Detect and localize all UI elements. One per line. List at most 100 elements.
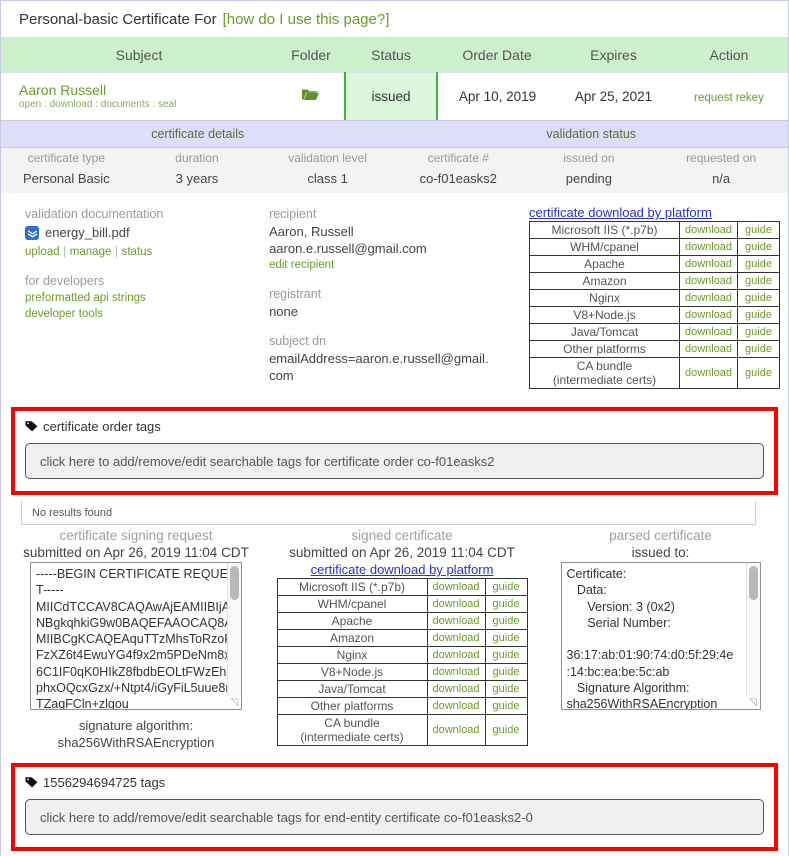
platform-guide-link[interactable]: guide: [485, 596, 527, 613]
validation-document-file[interactable]: energy_bill.pdf: [25, 223, 269, 243]
column-header-subject[interactable]: Subject: [1, 38, 277, 73]
platform-download-link[interactable]: download: [680, 358, 738, 389]
platform-row: V8+Node.jsdownloadguide: [277, 664, 527, 681]
subject-action-links[interactable]: open : download : documents : seal: [19, 98, 277, 111]
validation-documentation-column: validation documentation energy_bill.pdf…: [1, 205, 269, 389]
platform-download-rows: Microsoft IIS (*.p7b)downloadguideWHM/cp…: [530, 222, 780, 389]
page-title: Personal-basic Certificate For: [19, 11, 217, 28]
column-header-action[interactable]: Action: [670, 38, 788, 73]
parsed-certificate-resize-handle[interactable]: ◹: [747, 696, 760, 709]
signed-certificate-title: signed certificate: [271, 527, 533, 544]
csr-signature-algorithm-value: sha256WithRSAEncryption: [1, 734, 271, 751]
platform-guide-link[interactable]: guide: [738, 358, 780, 389]
platform-guide-link[interactable]: guide: [738, 256, 780, 273]
platform-download-link[interactable]: download: [427, 715, 485, 746]
platform-row: WHM/cpaneldownloadguide: [530, 239, 780, 256]
parsed-certificate-scrollbar[interactable]: [746, 563, 760, 696]
platform-name: Apache: [530, 256, 680, 273]
platform-download-link[interactable]: download: [680, 273, 738, 290]
platform-guide-link[interactable]: guide: [485, 698, 527, 715]
column-header-order-date[interactable]: Order Date: [437, 38, 557, 73]
parsed-certificate-textarea[interactable]: Certificate: Data: Version: 3 (0x2) Seri…: [561, 562, 761, 710]
platform-guide-link[interactable]: guide: [738, 307, 780, 324]
platform-row: Amazondownloadguide: [530, 273, 780, 290]
platform-guide-link[interactable]: guide: [485, 664, 527, 681]
platform-download-link[interactable]: download: [680, 290, 738, 307]
csr-textarea[interactable]: -----BEGIN CERTIFICATE REQUEST----- MIIC…: [30, 562, 242, 710]
platform-guide-link[interactable]: guide: [485, 715, 527, 746]
platform-guide-link[interactable]: guide: [485, 647, 527, 664]
platform-guide-link[interactable]: guide: [738, 290, 780, 307]
column-header-folder[interactable]: Folder: [277, 38, 345, 73]
csr-scrollbar[interactable]: [227, 563, 241, 696]
parsed-certificate-column: parsed certificate issued to: Certificat…: [533, 527, 788, 751]
platform-download-link[interactable]: download: [427, 698, 485, 715]
platform-download-link[interactable]: download: [427, 630, 485, 647]
platform-download-link[interactable]: download: [427, 681, 485, 698]
edit-recipient-link[interactable]: edit recipient: [269, 257, 529, 273]
detail-value-certificate-number: co-f01easks2: [393, 168, 524, 193]
subject-name-link[interactable]: Aaron Russell: [19, 82, 277, 98]
platform-download-link[interactable]: download: [680, 324, 738, 341]
folder-open-icon[interactable]: [302, 88, 319, 105]
platform-guide-link[interactable]: guide: [738, 239, 780, 256]
certificate-row: Aaron Russell open : download : document…: [1, 73, 788, 121]
platform-download-link[interactable]: download: [427, 664, 485, 681]
status-link[interactable]: status: [122, 246, 153, 258]
parsed-certificate-scrollbar-thumb[interactable]: [749, 566, 758, 600]
developer-tools-link[interactable]: developer tools: [25, 306, 269, 322]
platform-guide-link[interactable]: guide: [485, 630, 527, 647]
upload-link[interactable]: upload: [25, 246, 60, 258]
platform-download-link[interactable]: download: [680, 256, 738, 273]
platform-download-link[interactable]: download: [680, 239, 738, 256]
platform-guide-link[interactable]: guide: [738, 273, 780, 290]
detail-value-requested-on: n/a: [654, 168, 788, 193]
platform-guide-link[interactable]: guide: [738, 324, 780, 341]
spacer: [25, 260, 269, 272]
platform-download-link[interactable]: download: [427, 613, 485, 630]
platform-guide-link[interactable]: guide: [485, 579, 527, 596]
csr-scrollbar-thumb[interactable]: [230, 566, 239, 600]
certificate-order-tags-label: certificate order tags: [43, 419, 161, 434]
end-entity-tags-input[interactable]: click here to add/remove/edit searchable…: [25, 799, 764, 835]
column-header-status[interactable]: Status: [345, 38, 437, 73]
platform-download-link[interactable]: download: [680, 222, 738, 239]
certificate-order-tags-input[interactable]: click here to add/remove/edit searchable…: [25, 443, 764, 479]
platform-name: V8+Node.js: [277, 664, 427, 681]
signed-certificate-submitted-on: submitted on Apr 26, 2019 11:04 CDT: [271, 544, 533, 562]
how-do-i-use-this-page-link[interactable]: [how do I use this page?]: [223, 11, 390, 28]
preformatted-api-strings-link[interactable]: preformatted api strings: [25, 290, 269, 306]
validation-documentation-heading: validation documentation: [25, 205, 269, 223]
signed-certificate-download-title[interactable]: certificate download by platform: [311, 562, 494, 577]
platform-row: CA bundle(intermediate certs)downloadgui…: [530, 358, 780, 389]
pdf-file-icon: [25, 226, 39, 240]
certificate-details-band-label: certificate details: [1, 121, 395, 147]
detail-value-duration: 3 years: [132, 168, 263, 193]
action-cell: request rekey: [670, 73, 788, 121]
csr-resize-handle[interactable]: ◹: [228, 696, 241, 709]
platform-name: WHM/cpanel: [530, 239, 680, 256]
detail-label-issued-on: issued on: [524, 148, 655, 168]
platform-guide-link[interactable]: guide: [485, 613, 527, 630]
platform-download-link[interactable]: download: [427, 647, 485, 664]
platform-download-link[interactable]: download: [427, 579, 485, 596]
platform-guide-link[interactable]: guide: [738, 341, 780, 358]
signed-certificate-platform-rows: Microsoft IIS (*.p7b)downloadguideWHM/cp…: [277, 579, 527, 746]
platform-download-link[interactable]: download: [427, 596, 485, 613]
certificate-download-by-platform-title[interactable]: certificate download by platform: [529, 205, 780, 220]
request-rekey-link[interactable]: request rekey: [694, 92, 764, 104]
platform-download-link[interactable]: download: [680, 341, 738, 358]
platform-name: V8+Node.js: [530, 307, 680, 324]
platform-guide-link[interactable]: guide: [485, 681, 527, 698]
tag-search-results-dropdown[interactable]: No results found: [21, 501, 756, 525]
platform-guide-link[interactable]: guide: [738, 222, 780, 239]
platform-row: Nginxdownloadguide: [277, 647, 527, 664]
manage-link[interactable]: manage: [70, 246, 112, 258]
validation-document-name[interactable]: energy_bill.pdf: [45, 223, 130, 243]
platform-download-link[interactable]: download: [680, 307, 738, 324]
detail-value-row: Personal Basic 3 years class 1 co-f01eas…: [1, 168, 788, 193]
platform-name: Nginx: [277, 647, 427, 664]
platform-name: CA bundle(intermediate certs): [530, 358, 680, 389]
detail-label-duration: duration: [132, 148, 263, 168]
column-header-expires[interactable]: Expires: [557, 38, 670, 73]
